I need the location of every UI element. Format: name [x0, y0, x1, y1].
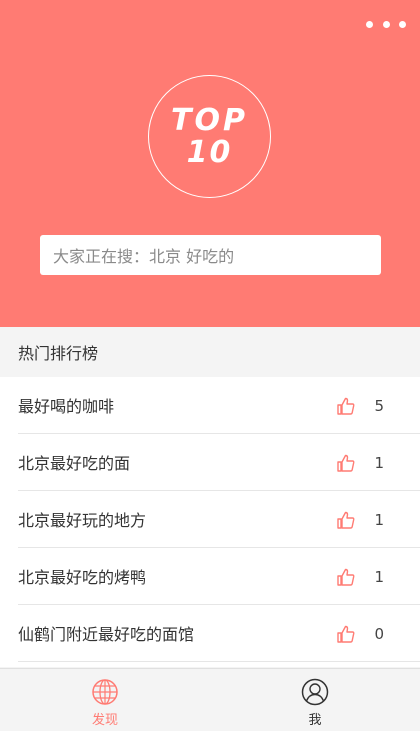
tab-bar: 发现 我	[0, 668, 420, 731]
list-item[interactable]: 北京最好吃的面 1	[18, 434, 420, 491]
like-count: 0	[374, 624, 384, 643]
more-menu-button[interactable]	[366, 14, 406, 34]
list-item[interactable]: 北京最好吃的烤鸭 1	[18, 548, 420, 605]
hero-banner: TOP 10 大家正在搜：北京 好吃的	[0, 0, 420, 327]
ellipsis-icon	[382, 20, 390, 28]
like-count: 1	[374, 567, 384, 586]
list-item-title: 仙鹤门附近最好吃的面馆	[18, 625, 195, 644]
list-item-title: 北京最好玩的地方	[18, 511, 147, 530]
list-item[interactable]: 仙鹤门附近最好吃的面馆 0	[18, 605, 420, 662]
top10-logo: TOP 10	[148, 75, 271, 198]
ellipsis-icon	[366, 20, 373, 28]
ellipsis-icon	[399, 20, 406, 28]
section-title: 热门排行榜	[0, 327, 420, 377]
ranking-list: 最好喝的咖啡 5 北京最好吃的面 1 北京最好玩的地方 1 北京最好吃的烤鸭 1…	[0, 377, 420, 667]
search-input[interactable]: 大家正在搜：北京 好吃的	[40, 235, 381, 275]
list-item-title: 最好喝的咖啡	[18, 397, 115, 416]
list-item-title: 北京最好吃的面	[18, 454, 131, 473]
tab-label: 发现	[91, 713, 118, 728]
list-item[interactable]: 最好喝的咖啡 5	[18, 377, 420, 434]
logo-text-10: 10	[186, 134, 233, 170]
list-item[interactable]: 北京最好玩的地方 1	[18, 491, 420, 548]
thumbs-up-icon[interactable]	[336, 624, 356, 644]
tab-me[interactable]: 我	[210, 669, 420, 731]
user-icon	[301, 678, 329, 706]
tab-discover[interactable]: 发现	[0, 669, 210, 731]
like-count: 1	[374, 510, 384, 529]
like-count: 5	[374, 396, 384, 415]
thumbs-up-icon[interactable]	[336, 396, 356, 416]
like-count: 1	[374, 453, 384, 472]
thumbs-up-icon[interactable]	[336, 567, 356, 587]
thumbs-up-icon[interactable]	[336, 510, 356, 530]
tab-label: 我	[308, 713, 322, 728]
thumbs-up-icon[interactable]	[336, 453, 356, 473]
list-item-title: 北京最好吃的烤鸭	[18, 568, 147, 587]
globe-icon	[92, 679, 118, 705]
logo-text-top: TOP	[171, 102, 248, 138]
